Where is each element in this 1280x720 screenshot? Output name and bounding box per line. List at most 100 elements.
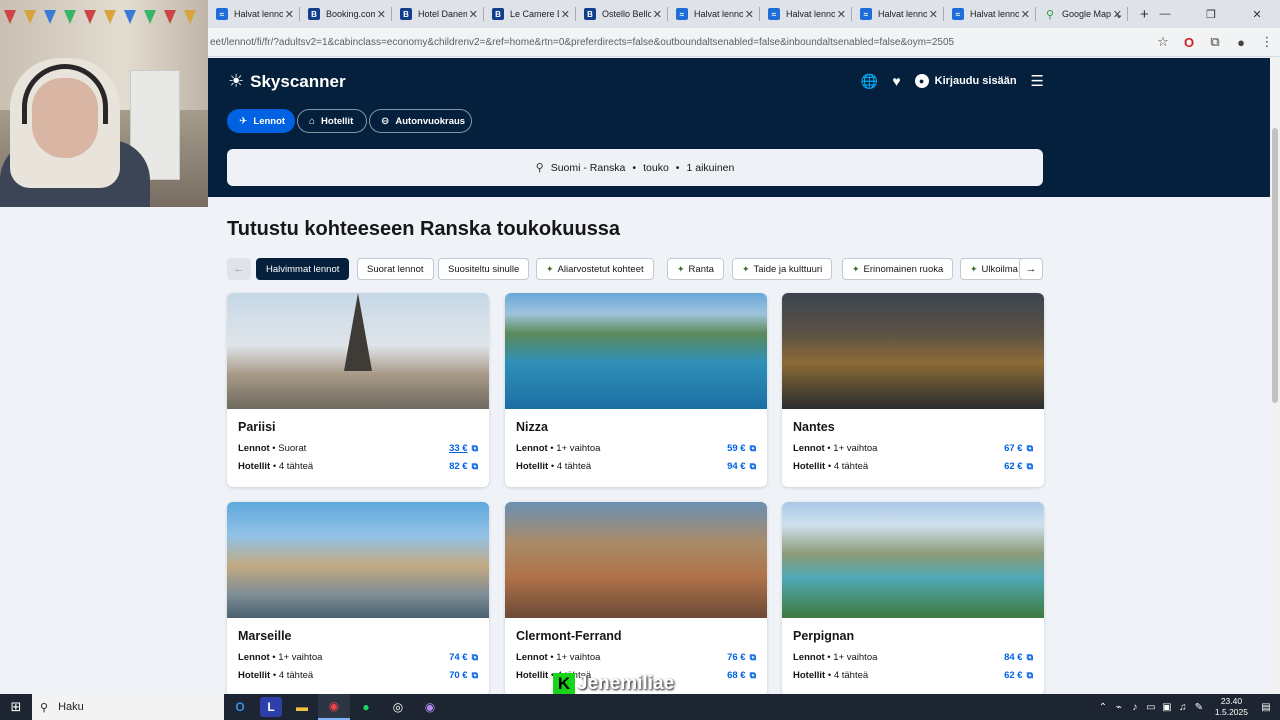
nav-cars-button[interactable]: ⊖ Autonvuokraus bbox=[369, 109, 472, 133]
search-month: touko bbox=[643, 161, 669, 174]
browser-tab[interactable]: ≈ Halvat lennot ✕ bbox=[760, 0, 852, 28]
filter-chip-label: Ranta bbox=[688, 263, 714, 275]
app-camera-icon[interactable]: ◉ bbox=[414, 694, 446, 720]
close-tab-icon[interactable]: ✕ bbox=[1021, 8, 1030, 21]
display-icon[interactable]: ▭ bbox=[1143, 702, 1159, 713]
close-tab-icon[interactable]: ✕ bbox=[469, 8, 478, 21]
heart-icon[interactable]: ♥ bbox=[892, 73, 900, 89]
destination-card[interactable]: Clermont-Ferrand Lennot • 1+ vaihtoa 76 € ⧉… bbox=[505, 502, 767, 696]
flights-price-link[interactable]: 67 € ⧉ bbox=[1004, 443, 1033, 454]
destination-card[interactable]: Nantes Lennot • 1+ vaihtoa 67 € ⧉ Hotellit •… bbox=[782, 293, 1044, 487]
microphone-icon[interactable]: ♪ bbox=[1127, 702, 1143, 713]
close-tab-icon[interactable]: ✕ bbox=[653, 8, 662, 21]
scrollbar-thumb[interactable] bbox=[1272, 128, 1278, 403]
destination-card[interactable]: Perpignan Lennot • 1+ vaihtoa 84 € ⧉ Hotelli… bbox=[782, 502, 1044, 696]
filter-chip[interactable]: Suositeltu sinulle bbox=[438, 258, 530, 280]
destination-photo[interactable] bbox=[227, 502, 489, 618]
close-tab-icon[interactable]: ✕ bbox=[837, 8, 846, 21]
browser-tab[interactable]: ≈ Halvat lennot ✕ bbox=[668, 0, 760, 28]
clock[interactable]: 23.40 1.5.2025 bbox=[1215, 696, 1248, 718]
monitor-icon[interactable]: ▣ bbox=[1159, 702, 1175, 713]
close-tab-icon[interactable]: ✕ bbox=[929, 8, 938, 21]
flights-row: Lennot • 1+ vaihtoa 76 € ⧉ bbox=[516, 652, 756, 663]
flights-price-link[interactable]: 33 € ⧉ bbox=[449, 443, 478, 454]
destination-card[interactable]: Marseille Lennot • 1+ vaihtoa 74 € ⧉ Hotelli… bbox=[227, 502, 489, 696]
filter-chip[interactable]: ✦ Ulkoilma bbox=[960, 258, 1028, 280]
chevron-right-icon[interactable]: → bbox=[1019, 258, 1043, 280]
watermark-text: Jenemiliae bbox=[577, 673, 675, 694]
hotels-price-link[interactable]: 68 € ⧉ bbox=[727, 670, 756, 681]
windows-taskbar: ⊞ ⚲ Haku O L ▬ ◉ ● ◎ ◉ ⌃ ⌁ ♪ ▭ ▣ ♫ ✎ 23.… bbox=[0, 694, 1280, 720]
hotels-price-link[interactable]: 94 € ⧉ bbox=[727, 461, 756, 472]
filter-chip[interactable]: Suorat lennot bbox=[357, 258, 434, 280]
login-button[interactable]: ● Kirjaudu sisään bbox=[914, 74, 1017, 88]
close-tab-icon[interactable]: ✕ bbox=[561, 8, 570, 21]
opera-extension-icon[interactable]: O bbox=[1176, 35, 1202, 50]
flights-price-link[interactable]: 76 € ⧉ bbox=[727, 652, 756, 663]
windows-start-icon[interactable]: ⊞ bbox=[0, 699, 32, 715]
close-tab-icon[interactable]: ✕ bbox=[285, 8, 294, 21]
volume-icon[interactable]: ♫ bbox=[1175, 702, 1191, 713]
bookmark-star-icon[interactable]: ☆ bbox=[1150, 34, 1176, 50]
hotels-price-link[interactable]: 82 € ⧉ bbox=[449, 461, 478, 472]
close-window-button[interactable]: ✕ bbox=[1234, 8, 1280, 21]
filter-chip[interactable]: ✦ Taide ja kulttuuri bbox=[732, 258, 833, 280]
hotels-price-link[interactable]: 62 € ⧉ bbox=[1004, 670, 1033, 681]
destination-photo[interactable] bbox=[505, 502, 767, 618]
filter-chip-label: Halvimmat lennot bbox=[266, 263, 340, 275]
outlook-icon[interactable]: O bbox=[224, 694, 256, 720]
network-icon[interactable]: ⌁ bbox=[1111, 702, 1127, 713]
chrome-icon[interactable]: ◉ bbox=[318, 694, 350, 720]
restore-button[interactable]: ❐ bbox=[1188, 8, 1234, 21]
url-field[interactable]: eet/lennot/fi/fr/?adultsv2=1&cabinclass=… bbox=[208, 37, 1150, 48]
file-explorer-icon[interactable]: ▬ bbox=[286, 694, 318, 720]
skyscanner-logo[interactable]: ☀ Skyscanner bbox=[228, 71, 346, 92]
minimize-button[interactable]: — bbox=[1142, 8, 1188, 20]
flights-price-link[interactable]: 74 € ⧉ bbox=[449, 652, 478, 663]
app-l-icon[interactable]: L bbox=[260, 697, 282, 717]
hotels-price-link[interactable]: 62 € ⧉ bbox=[1004, 461, 1033, 472]
profile-avatar[interactable]: ● bbox=[1228, 35, 1254, 50]
page-scrollbar[interactable] bbox=[1270, 58, 1280, 694]
destination-photo[interactable] bbox=[227, 293, 489, 409]
close-tab-icon[interactable]: ✕ bbox=[745, 8, 754, 21]
browser-tabstrip: ≈Halvat lennot✕BBooking.com✕BHotel Danem… bbox=[208, 0, 1280, 28]
browser-tab[interactable]: ≈ Halvat lennot ✕ bbox=[944, 0, 1036, 28]
destination-photo[interactable] bbox=[782, 502, 1044, 618]
flights-price-link[interactable]: 84 € ⧉ bbox=[1004, 652, 1033, 663]
flights-price-link[interactable]: 59 € ⧉ bbox=[727, 443, 756, 454]
tab-title: Hotel Danemark bbox=[418, 9, 467, 19]
browser-menu-icon[interactable]: ⋮ bbox=[1254, 34, 1280, 50]
filter-chip[interactable]: ✦ Aliarvostetut kohteet bbox=[536, 258, 654, 280]
nav-hotels-button[interactable]: ⌂ Hotellit bbox=[297, 109, 367, 133]
destination-photo[interactable] bbox=[505, 293, 767, 409]
filter-chip[interactable]: ✦ Ranta bbox=[667, 258, 724, 280]
destination-card[interactable]: Pariisi Lennot • Suorat 33 € ⧉ Hotellit • 4 … bbox=[227, 293, 489, 487]
hamburger-menu-icon[interactable]: ☰ bbox=[1031, 72, 1044, 90]
filter-chip[interactable]: ✦ Erinomainen ruoka bbox=[842, 258, 954, 280]
destination-name: Marseille bbox=[238, 629, 292, 643]
destination-card[interactable]: Nizza Lennot • 1+ vaihtoa 59 € ⧉ Hotellit • … bbox=[505, 293, 767, 487]
browser-tab[interactable]: B Hotel Danemark✕ bbox=[392, 0, 484, 28]
chevron-up-icon[interactable]: ⌃ bbox=[1095, 702, 1111, 713]
browser-tab[interactable]: ≈ Halvat lennot ✕ bbox=[208, 0, 300, 28]
filter-chip[interactable]: Halvimmat lennot bbox=[256, 258, 350, 280]
taskbar-search[interactable]: ⚲ Haku bbox=[32, 694, 224, 720]
browser-tab[interactable]: B Le Camere D ✕ bbox=[484, 0, 576, 28]
obs-icon[interactable]: ◎ bbox=[382, 694, 414, 720]
close-tab-icon[interactable]: ✕ bbox=[377, 8, 386, 21]
nav-flights-button[interactable]: ✈ Lennot bbox=[227, 109, 295, 133]
chevron-down-icon[interactable]: ⌄ bbox=[1096, 8, 1142, 21]
notification-icon[interactable]: ▤ bbox=[1258, 702, 1274, 713]
extensions-icon[interactable]: ⧉ bbox=[1202, 34, 1228, 50]
hotels-price-link[interactable]: 70 € ⧉ bbox=[449, 670, 478, 681]
globe-icon[interactable]: 🌐 bbox=[861, 73, 878, 90]
destination-photo[interactable] bbox=[782, 293, 1044, 409]
spotify-icon[interactable]: ● bbox=[350, 694, 382, 720]
search-summary-bar[interactable]: ⚲ Suomi - Ranska • touko • 1 aikuinen bbox=[227, 149, 1043, 186]
browser-tab[interactable]: B Booking.com ✕ bbox=[300, 0, 392, 28]
nav-hotels-label: Hotellit bbox=[321, 115, 354, 127]
pen-icon[interactable]: ✎ bbox=[1191, 702, 1207, 713]
browser-tab[interactable]: B Ostello Bello ✕ bbox=[576, 0, 668, 28]
browser-tab[interactable]: ≈ Halvat lennot ✕ bbox=[852, 0, 944, 28]
